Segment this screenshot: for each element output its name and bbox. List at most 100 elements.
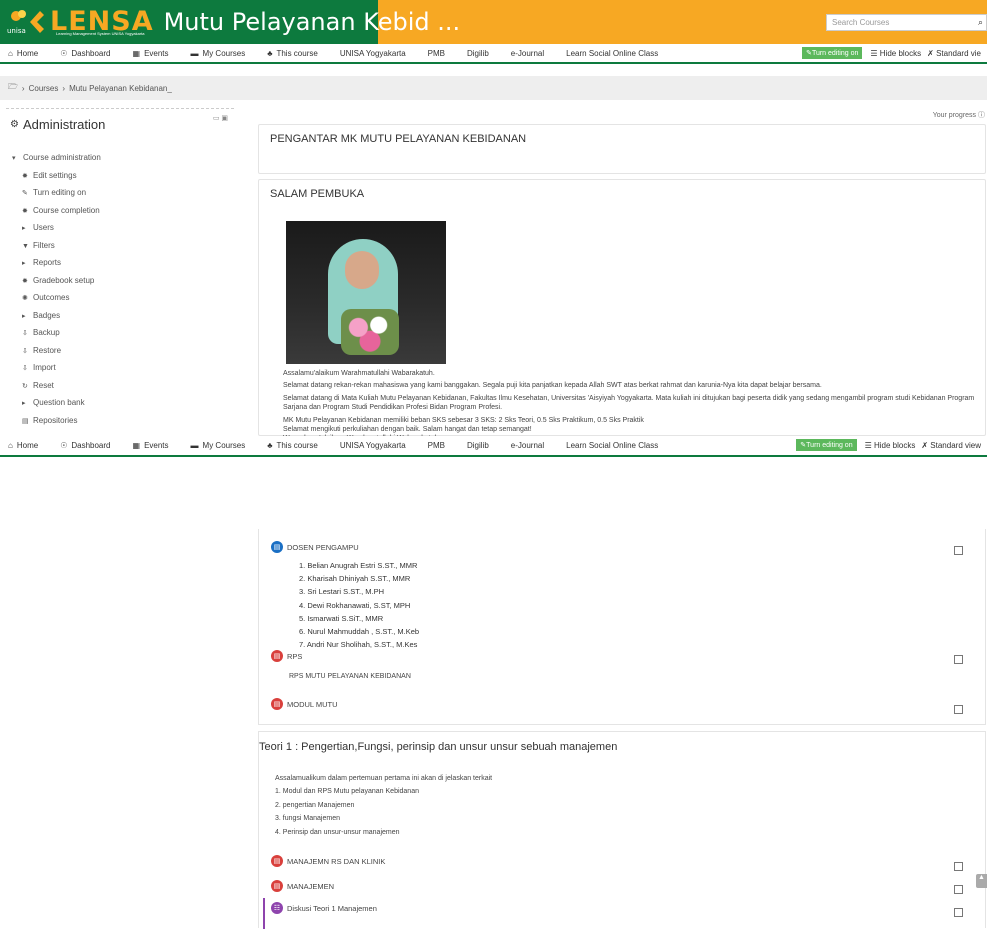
section-title: PENGANTAR MK MUTU PELAYANAN KEBIDANAN bbox=[270, 133, 527, 145]
completion-checkbox[interactable] bbox=[954, 546, 963, 555]
completion-checkbox[interactable] bbox=[954, 885, 963, 894]
dashboard-icon: ☉ bbox=[60, 48, 68, 58]
summary-line: 1. Modul dan RPS Mutu pelayanan Kebidana… bbox=[275, 788, 419, 796]
admin-item-import[interactable]: ⇩ Import bbox=[22, 360, 234, 378]
forum-diskusi-teori-1[interactable]: ☷ Diskusi Teori 1 Manajemen bbox=[271, 902, 377, 914]
lecturer-item: 7. Andri Nur Sholihah, S.ST., M.Kes bbox=[299, 640, 418, 650]
breadcrumb-courses[interactable]: Courses bbox=[29, 84, 59, 93]
activity-dosen-pengampu[interactable]: ▤ DOSEN PENGAMPU bbox=[271, 541, 359, 553]
block-controls-icon[interactable]: ▭ ▣ bbox=[213, 114, 228, 122]
sticky-navbar: ⌂ Home ☉ Dashboard ▦ Events ▬ My Courses ♣ Th… bbox=[0, 436, 987, 457]
welcome-paragraph: Assalamu'alaikum Warahmatullahi Wabaraka… bbox=[283, 370, 435, 377]
search-input[interactable]: Search Courses ⌕ bbox=[826, 14, 987, 31]
gear-icon: ✸ bbox=[22, 277, 28, 285]
admin-item-repositories[interactable]: ▤ Repositories bbox=[22, 413, 234, 431]
admin-title: ⚙ Administration bbox=[10, 117, 106, 132]
breadcrumb: 🗁 › Courses › Mutu Pelayanan Kebidanan_ bbox=[0, 76, 987, 100]
search-icon[interactable]: ⌕ bbox=[978, 17, 983, 28]
dashboard-icon: ☉ bbox=[60, 441, 68, 450]
course-administration-toggle[interactable]: ▾ Course administration bbox=[12, 150, 234, 168]
nav-learn-social[interactable]: Learn Social Online Class bbox=[566, 49, 658, 58]
lecturer-item: 5. Ismarwati S.SiT., MMR bbox=[299, 613, 384, 623]
standard-view-button[interactable]: ✗ Standard view bbox=[921, 441, 981, 450]
your-progress: Your progress ⓘ bbox=[932, 112, 985, 119]
turn-editing-on-button[interactable]: ✎Turn editing on bbox=[802, 47, 863, 59]
completion-checkbox[interactable] bbox=[954, 705, 963, 714]
section-title: SALAM PEMBUKA bbox=[270, 188, 365, 200]
lecturer-item: 6. Nurul Mahmuddah , S.ST., M.Keb bbox=[299, 627, 420, 637]
admin-item-users[interactable]: ▸ Users bbox=[22, 220, 234, 238]
admin-item-outcomes[interactable]: ✺ Outcomes bbox=[22, 290, 234, 308]
expand-icon: ✗ bbox=[927, 48, 937, 58]
lecturer-item: 2. Kharisah Dhiniyah S.ST., MMR bbox=[299, 574, 411, 584]
section-general-activities: ▤ DOSEN PENGAMPU 1. Belian Anugrah Estri … bbox=[258, 529, 986, 725]
nav-my-courses[interactable]: ▬ My Courses bbox=[191, 49, 246, 58]
pdf-icon: ▤ bbox=[271, 650, 283, 662]
activity-rps[interactable]: ▤ RPS bbox=[271, 650, 302, 662]
nav-digilib[interactable]: Digilib bbox=[467, 441, 489, 450]
nav-events[interactable]: ▦ Events bbox=[133, 49, 169, 58]
pdf-icon: ▤ bbox=[271, 880, 283, 892]
nav-pmb[interactable]: PMB bbox=[428, 49, 445, 58]
admin-item-course-completion[interactable]: ✸ Course completion bbox=[22, 203, 234, 221]
folder-icon[interactable]: 🗁 bbox=[8, 81, 18, 95]
page-icon: ▤ bbox=[271, 541, 283, 553]
turn-editing-on-button[interactable]: ✎Turn editing on bbox=[796, 439, 857, 451]
chevron-right-icon: ▸ bbox=[22, 312, 26, 320]
section-title: Teori 1 : Pengertian,Fungsi, perinsip da… bbox=[259, 741, 618, 753]
admin-item-backup[interactable]: ⇩ Backup bbox=[22, 325, 234, 343]
completion-checkbox[interactable] bbox=[954, 908, 963, 917]
summary-line: 2. pengertian Manajemen bbox=[275, 801, 355, 809]
page-title[interactable]: Mutu Pelayanan Kebid ... bbox=[164, 8, 461, 36]
admin-item-edit-settings[interactable]: ✸ Edit settings bbox=[22, 168, 234, 186]
sitemap-icon: ♣ bbox=[267, 441, 273, 450]
nav-dashboard[interactable]: ☉ Dashboard bbox=[60, 49, 110, 58]
nav-learn-social[interactable]: Learn Social Online Class bbox=[566, 441, 658, 450]
nav-events[interactable]: ▦ Events bbox=[133, 441, 169, 450]
activity-modul-mutu[interactable]: ▤ MODUL MUTU bbox=[271, 698, 338, 710]
admin-item-restore[interactable]: ⇩ Restore bbox=[22, 343, 234, 361]
gear-icon: ✸ bbox=[22, 207, 28, 215]
completion-checkbox[interactable] bbox=[954, 862, 963, 871]
resource-manajemen[interactable]: ▤ MANAJEMEN bbox=[271, 880, 334, 892]
nav-unisa[interactable]: UNISA Yogyakarta bbox=[340, 49, 406, 58]
scroll-to-top-button[interactable]: ▲ bbox=[976, 874, 987, 888]
nav-pmb[interactable]: PMB bbox=[428, 441, 445, 450]
nav-ejournal[interactable]: e-Journal bbox=[511, 49, 544, 58]
logo-small-text: unisa bbox=[7, 27, 26, 35]
upload-icon: ⇩ bbox=[22, 365, 28, 372]
nav-this-course[interactable]: ♣ This course bbox=[267, 441, 318, 450]
hide-blocks-button[interactable]: ☰ Hide blocks bbox=[865, 441, 916, 450]
pencil-icon: ✎ bbox=[22, 190, 28, 197]
admin-item-turn-editing-on[interactable]: ✎ Turn editing on bbox=[22, 185, 234, 203]
nav-ejournal[interactable]: e-Journal bbox=[511, 441, 544, 450]
standard-view-button[interactable]: ✗ Standard vie bbox=[927, 49, 981, 58]
gear-icon: ✸ bbox=[22, 172, 28, 180]
nav-dashboard[interactable]: ☉ Dashboard bbox=[60, 441, 110, 450]
admin-item-reset[interactable]: ↻ Reset bbox=[22, 378, 234, 396]
site-logo[interactable]: unisa LENSA Learning Management System U… bbox=[0, 0, 154, 44]
list-icon: ☰ bbox=[870, 48, 880, 58]
nav-home[interactable]: ⌂ Home bbox=[8, 441, 38, 450]
nav-this-course[interactable]: ♣ This course bbox=[267, 49, 318, 58]
site-header: unisa LENSA Learning Management System U… bbox=[0, 0, 987, 44]
admin-item-reports[interactable]: ▸ Reports bbox=[22, 255, 234, 273]
nav-right-tools: ✎Turn editing on ☰ Hide blocks ✗ Standar… bbox=[796, 439, 987, 451]
nav-home[interactable]: ⌂ Home bbox=[8, 49, 38, 58]
welcome-paragraph: Selamat datang rekan-rekan mahasiswa yan… bbox=[283, 382, 822, 390]
admin-item-badges[interactable]: ▸ Badges bbox=[22, 308, 234, 326]
completion-checkbox[interactable] bbox=[954, 655, 963, 664]
admin-item-question-bank[interactable]: ▸ Question bank bbox=[22, 395, 234, 413]
home-icon: ⌂ bbox=[8, 441, 13, 450]
help-icon[interactable]: ⓘ bbox=[978, 112, 985, 119]
nav-unisa[interactable]: UNISA Yogyakarta bbox=[340, 441, 406, 450]
outcomes-icon: ✺ bbox=[22, 295, 28, 302]
nav-my-courses[interactable]: ▬ My Courses bbox=[191, 441, 246, 450]
lecturer-photo bbox=[286, 221, 446, 364]
admin-item-gradebook-setup[interactable]: ✸ Gradebook setup bbox=[22, 273, 234, 291]
admin-item-filters[interactable]: ▼ Filters bbox=[22, 238, 234, 256]
resource-manajemen-rs[interactable]: ▤ MANAJEMN RS DAN KLINIK bbox=[271, 855, 385, 867]
nav-digilib[interactable]: Digilib bbox=[467, 49, 489, 58]
breadcrumb-course[interactable]: Mutu Pelayanan Kebidanan_ bbox=[69, 84, 172, 93]
hide-blocks-button[interactable]: ☰ Hide blocks bbox=[870, 49, 921, 58]
